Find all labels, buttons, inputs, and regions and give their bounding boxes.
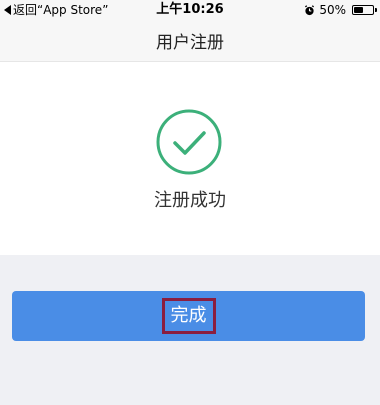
done-button-label: 完成 <box>161 298 216 334</box>
battery-level <box>354 7 363 13</box>
battery-percent: 50% <box>319 3 346 17</box>
status-bar: 返回“App Store” 上午10:26 50% <box>0 0 380 20</box>
status-right: 50% <box>304 0 377 20</box>
check-circle-icon <box>156 109 222 175</box>
battery-icon <box>352 5 377 15</box>
page-title: 用户注册 <box>156 33 224 53</box>
action-area: 完成 <box>0 255 380 405</box>
nav-bar: 用户注册 <box>0 20 380 62</box>
done-button[interactable]: 完成 <box>12 291 365 341</box>
success-panel: 注册成功 <box>0 62 380 255</box>
alarm-icon <box>305 4 315 15</box>
success-message: 注册成功 <box>154 190 226 211</box>
